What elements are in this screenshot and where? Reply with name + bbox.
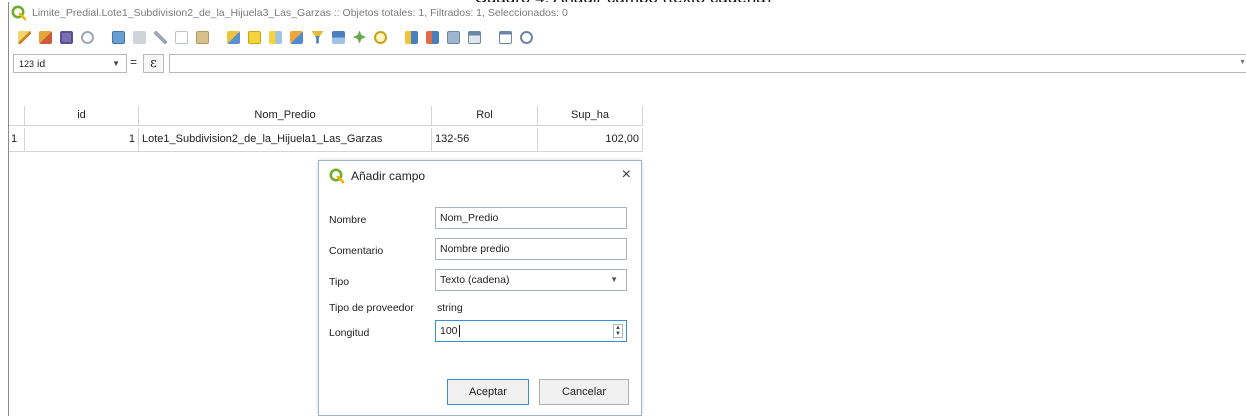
cancel-button[interactable]: Cancelar — [539, 379, 629, 405]
close-icon[interactable]: × — [622, 166, 631, 184]
delete-feature-icon[interactable] — [130, 28, 149, 47]
chevron-down-icon: ▼ — [610, 275, 618, 284]
cell-rol[interactable]: 132-56 — [432, 128, 538, 152]
tipo-selected-value: Texto (cadena) — [440, 274, 510, 286]
tipo-proveedor-label: Tipo de proveedor — [329, 302, 414, 314]
add-feature-icon[interactable] — [109, 28, 128, 47]
column-header-nom-predio[interactable]: Nom_Predio — [139, 106, 432, 126]
qgis-logo-icon — [329, 168, 345, 184]
titlebar: Limite_Predial.Lote1_Subdivision2_de_la_… — [9, 2, 1246, 24]
open-field-calculator-icon[interactable] — [444, 28, 463, 47]
tipo-proveedor-value: string — [437, 302, 463, 314]
longitud-value: 100 — [440, 325, 458, 337]
tipo-select[interactable]: Texto (cadena) ▼ — [435, 269, 627, 291]
row-number[interactable]: 1 — [9, 128, 25, 152]
select-all-icon[interactable] — [245, 28, 264, 47]
corner-cell[interactable] — [9, 106, 25, 126]
expression-input[interactable] — [169, 54, 1246, 73]
move-selection-top-icon[interactable] — [329, 28, 348, 47]
zoom-to-selected-icon[interactable] — [371, 28, 390, 47]
accept-button[interactable]: Aceptar — [447, 379, 529, 405]
paste-icon[interactable] — [193, 28, 212, 47]
longitud-spinbox[interactable]: 100 ▲ ▼ — [435, 320, 627, 342]
cut-icon[interactable] — [151, 28, 170, 47]
field-type-label: 123 — [19, 58, 35, 69]
table-header: id Nom_Predio Rol Sup_ha — [9, 106, 643, 126]
qgis-logo-icon — [11, 5, 27, 21]
nombre-label: Nombre — [329, 214, 367, 226]
field-name-label: id — [37, 57, 46, 70]
filter-selected-icon[interactable] — [308, 28, 327, 47]
text-caret — [458, 325, 460, 338]
delete-field-icon[interactable] — [423, 28, 442, 47]
cell-sup-ha[interactable]: 102,00 — [538, 128, 643, 152]
chevron-down-icon[interactable]: ▼ — [1239, 59, 1246, 66]
cell-id[interactable]: 1 — [25, 128, 139, 152]
multi-edit-icon[interactable] — [36, 28, 55, 47]
conditional-formatting-icon[interactable] — [465, 28, 484, 47]
dialog-header: Añadir campo × — [319, 161, 641, 191]
edit-pencil-icon[interactable] — [15, 28, 34, 47]
copy-icon[interactable] — [172, 28, 191, 47]
dialog-title: Añadir campo — [351, 169, 426, 183]
reload-icon[interactable] — [78, 28, 97, 47]
column-header-id[interactable]: id — [25, 106, 139, 126]
chevron-down-icon: ▼ — [112, 59, 120, 68]
add-field-dialog: Añadir campo × Nombre Nom_Predio Comenta… — [318, 160, 642, 416]
column-header-sup-ha[interactable]: Sup_ha — [538, 106, 643, 126]
operator-label[interactable]: = — [130, 55, 137, 69]
deselect-icon[interactable] — [287, 28, 306, 47]
table-row[interactable]: 1 1 Lote1_Subdivision2_de_la_Hijuela1_La… — [9, 128, 643, 152]
expression-builder-button[interactable]: ε — [143, 54, 164, 73]
comentario-label: Comentario — [329, 245, 384, 257]
invert-selection-icon[interactable] — [266, 28, 285, 47]
comentario-field[interactable]: Nombre predio — [435, 238, 627, 260]
tipo-label: Tipo — [329, 276, 350, 288]
field-selector[interactable]: 123 id ▼ — [13, 54, 127, 73]
attribute-toolbar — [9, 24, 1246, 50]
column-header-rol[interactable]: Rol — [432, 106, 538, 126]
spin-arrows-icon[interactable]: ▲ ▼ — [613, 324, 623, 338]
window-title: Limite_Predial.Lote1_Subdivision2_de_la_… — [32, 7, 568, 19]
save-edits-icon[interactable] — [57, 28, 76, 47]
cell-nom-predio[interactable]: Lote1_Subdivision2_de_la_Hijuela1_Las_Ga… — [139, 128, 432, 152]
nombre-field[interactable]: Nom_Predio — [435, 207, 627, 229]
select-expression-icon[interactable] — [224, 28, 243, 47]
expression-filter-bar: 123 id ▼ = ε ▼ — [9, 52, 1246, 76]
new-field-icon[interactable] — [402, 28, 421, 47]
longitud-label: Longitud — [329, 327, 370, 339]
actions-icon[interactable] — [517, 28, 536, 47]
pan-to-selected-icon[interactable] — [350, 28, 369, 47]
dock-icon[interactable] — [496, 28, 515, 47]
